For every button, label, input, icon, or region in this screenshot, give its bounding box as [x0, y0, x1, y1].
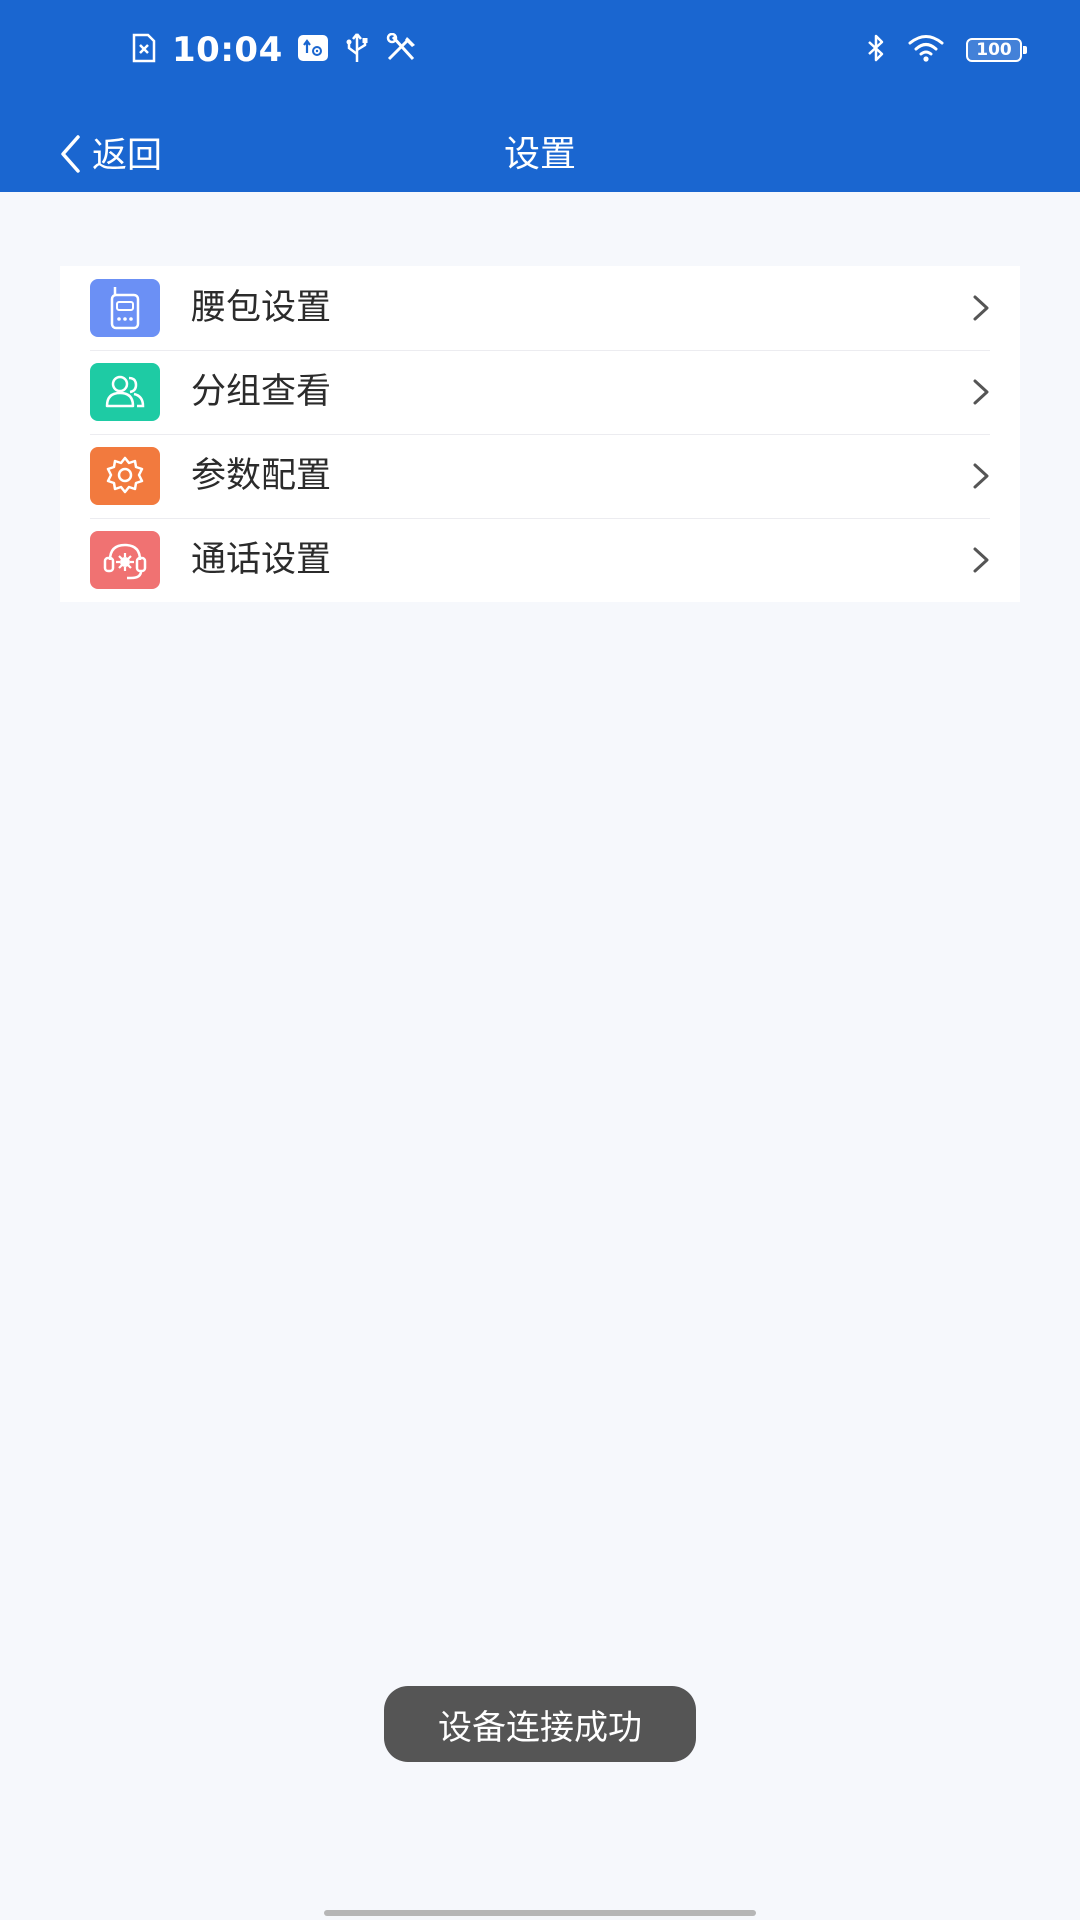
menu-item-belt-pack-settings[interactable]: 腰包设置: [60, 266, 1020, 350]
status-time: 10:04: [172, 30, 283, 70]
menu-item-call-settings[interactable]: 通话设置: [60, 518, 1020, 602]
chevron-right-icon: [970, 545, 992, 575]
status-bar-right: 100: [866, 28, 1027, 72]
usb-debug-icon: [297, 33, 329, 67]
menu-item-label: 腰包设置: [191, 287, 332, 328]
chevron-right-icon: [970, 377, 992, 407]
tools-icon: [385, 32, 419, 67]
settings-menu: 腰包设置 分组查看 参数配置 通话设置: [60, 266, 1020, 602]
gear-icon: [90, 447, 160, 505]
sim-card-x-icon: [130, 33, 158, 67]
status-bar-left: 10:04: [130, 26, 419, 74]
menu-item-group-view[interactable]: 分组查看: [60, 350, 1020, 434]
toast-message: 设备连接成功: [384, 1686, 696, 1762]
group-users-icon: [90, 363, 160, 421]
menu-item-label: 通话设置: [191, 539, 332, 580]
usb-icon: [343, 32, 371, 68]
chevron-right-icon: [970, 461, 992, 491]
battery-icon: 100: [966, 38, 1027, 62]
battery-level: 100: [976, 39, 1012, 60]
wifi-icon: [908, 34, 944, 66]
menu-item-parameter-config[interactable]: 参数配置: [60, 434, 1020, 518]
app-header: 10:04 100 返回 设置: [0, 0, 1080, 192]
chevron-right-icon: [970, 293, 992, 323]
page-title: 设置: [503, 134, 576, 175]
headset-icon: [90, 531, 160, 589]
bluetooth-icon: [866, 33, 886, 67]
home-indicator[interactable]: [324, 1910, 756, 1916]
menu-item-label: 参数配置: [191, 455, 332, 496]
menu-item-label: 分组查看: [191, 371, 332, 412]
walkie-talkie-icon: [90, 279, 160, 337]
